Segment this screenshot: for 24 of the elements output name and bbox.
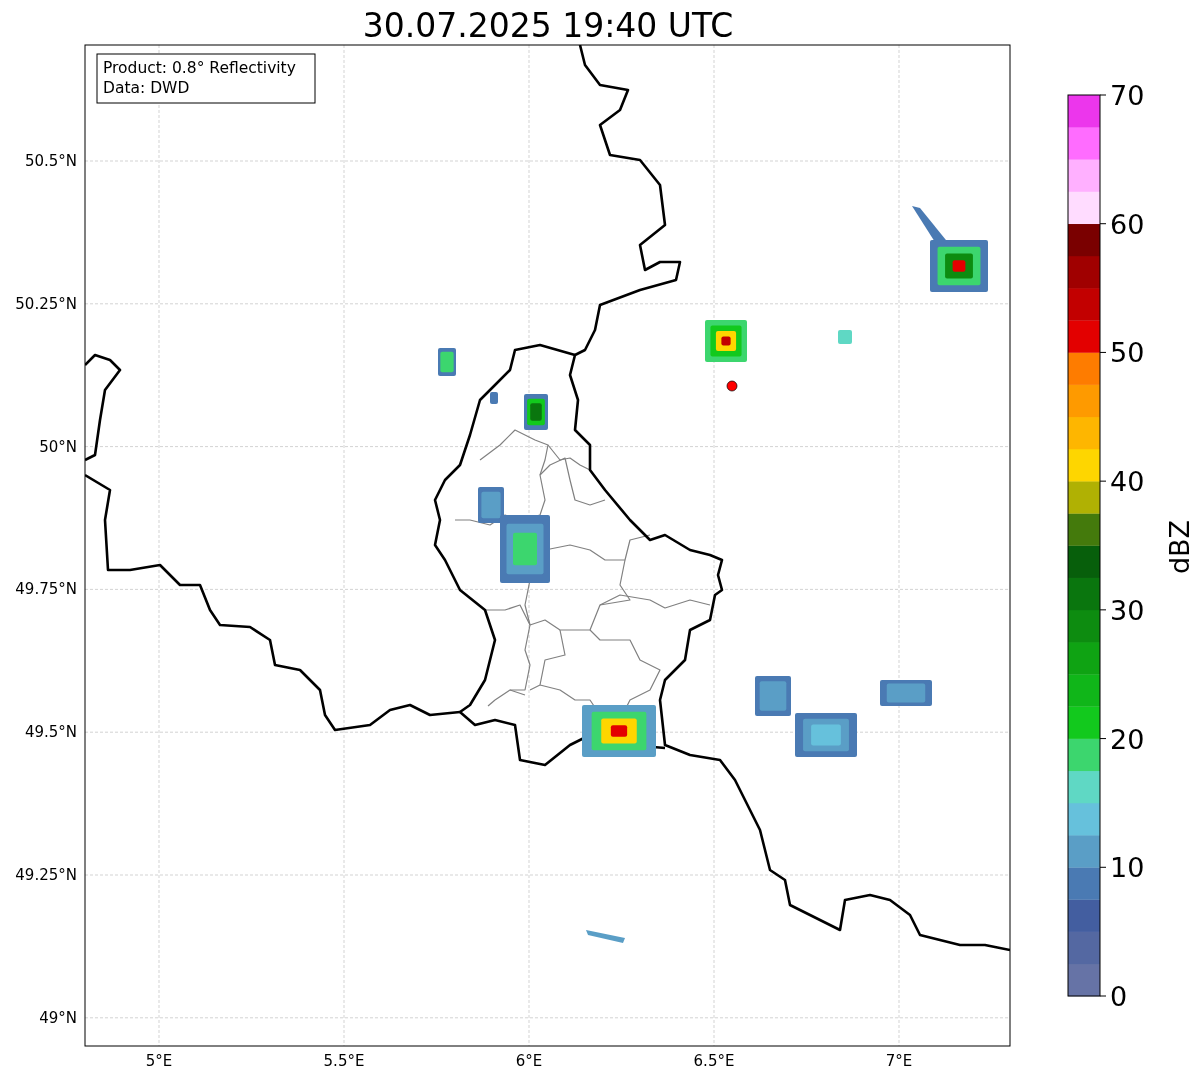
latitude-label: 50.5°N <box>24 152 77 170</box>
colorbar-label: dBZ <box>1164 519 1195 575</box>
colorbar-tick-label: 70 <box>1110 80 1145 111</box>
longitude-label: 5.5°E <box>323 1052 365 1070</box>
colorbar-tick-label: 40 <box>1110 466 1145 498</box>
longitude-label: 6°E <box>515 1052 543 1070</box>
colorbar-tick-label: 50 <box>1110 337 1145 369</box>
latitude-label: 49°N <box>39 1008 77 1027</box>
info-text: Data: DWD <box>103 79 190 97</box>
colorbar-tick-label: 20 <box>1110 723 1145 755</box>
colorbar-tick-label: 10 <box>1110 852 1145 884</box>
longitude-label: 5°E <box>145 1052 173 1070</box>
latitude-label: 49.25°N <box>15 866 77 884</box>
latitude-label: 50.25°N <box>15 294 77 313</box>
colorbar-tick-label: 30 <box>1110 594 1145 626</box>
longitude-label: 7°E <box>885 1052 913 1070</box>
info-text: Product: 0.8° Reflectivity <box>103 59 296 77</box>
latitude-label: 50°N <box>39 437 77 456</box>
colorbar-tick-label: 60 <box>1110 208 1145 240</box>
latitude-label: 49.5°N <box>24 723 77 742</box>
colorbar-tick-label: 0 <box>1110 981 1128 1012</box>
longitude-label: 6.5°E <box>693 1052 735 1070</box>
latitude-label: 49.75°N <box>15 580 77 599</box>
chart-title: 30.07.2025 19:40 UTC <box>362 6 734 45</box>
